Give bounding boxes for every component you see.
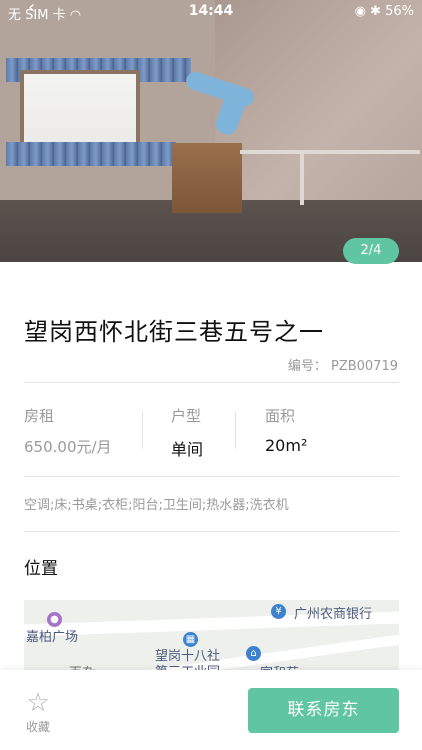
location-heading: 位置 [24, 559, 58, 579]
room-photo[interactable] [0, 0, 422, 262]
area-value: 20m² [265, 436, 308, 455]
listing-title: 望岗西怀北街三巷五号之一 [24, 318, 324, 346]
battery-indicator: ◉ ✱ 56% [354, 4, 414, 19]
rent-label: 房租 [24, 407, 55, 425]
photo-rail [240, 150, 420, 154]
map-residence-icon: ⌂ [246, 646, 261, 661]
photo-rail [300, 150, 304, 205]
map-label-plaza: 嘉柏广场 [26, 630, 79, 645]
map-poi-icon: ● [47, 612, 62, 627]
divider [24, 531, 399, 532]
rent-stat: 房租 650.00元/月 [24, 405, 112, 457]
listing-stats: 房租 650.00元/月 户型 单间 面积 20m² [24, 405, 399, 459]
rent-value: 650.00元/月 [24, 438, 112, 456]
amenities-list: 空调;床;书桌;衣柜;阳台;卫生间;热水器;洗衣机 [24, 498, 289, 513]
bluetooth-icon: ✱ [370, 4, 381, 19]
contact-landlord-button[interactable]: 联系房东 [248, 688, 399, 733]
lock-rotation-icon: ◉ [354, 4, 366, 19]
photo-desk [172, 143, 242, 213]
listing-code: 编号： PZB00719 [287, 359, 398, 374]
divider [142, 411, 143, 449]
type-stat: 户型 单间 [171, 405, 203, 460]
type-value: 单间 [171, 440, 204, 459]
back-icon[interactable]: ‹ [28, 0, 46, 18]
area-label: 面积 [265, 407, 296, 425]
divider [24, 476, 399, 477]
photo-curtain [6, 142, 176, 166]
divider [235, 411, 236, 449]
star-icon: ☆ [26, 688, 50, 718]
map-label-bank: 广州农商银行 [294, 607, 373, 622]
photo-chair [183, 69, 260, 140]
map-bank-icon: ¥ [271, 604, 286, 619]
divider [24, 382, 399, 383]
image-counter-badge: 2/4 [343, 238, 399, 264]
status-bar: 无 SIM 卡 ◠ 14:44 ◉ ✱ 56% [0, 0, 422, 23]
favorite-button[interactable]: ☆ 收藏 [20, 688, 56, 734]
location-map[interactable]: ● 嘉柏广场 ¥ 广州农商银行 ▦ 望岗十八社 第三工业园 ⌂ 家和苑 百杂 [24, 600, 399, 680]
map-building-icon: ▦ [183, 632, 198, 647]
favorite-label: 收藏 [25, 720, 50, 734]
area-stat: 面积 20m² [265, 405, 307, 455]
type-label: 户型 [171, 407, 202, 425]
